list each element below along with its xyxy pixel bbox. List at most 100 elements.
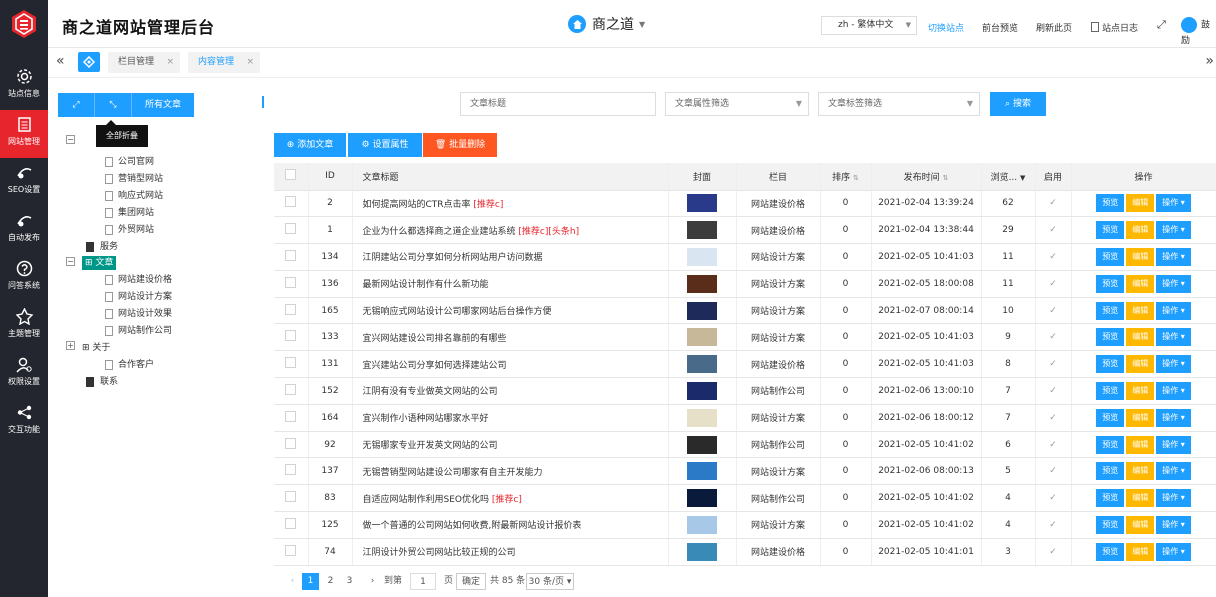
row-checkbox[interactable] bbox=[274, 377, 309, 405]
preview-button[interactable]: 预览 bbox=[1096, 381, 1125, 400]
row-checkbox[interactable] bbox=[274, 323, 309, 352]
preview-button[interactable]: 预览 bbox=[1096, 489, 1125, 508]
tab-content-manage[interactable]: 内容管理 × bbox=[188, 52, 260, 73]
cell-enabled[interactable]: ✓ bbox=[1035, 323, 1072, 352]
operations-dropdown[interactable]: 操作 ▾ bbox=[1156, 489, 1191, 508]
close-icon[interactable]: × bbox=[246, 52, 254, 73]
page-1[interactable]: 1 bbox=[302, 573, 319, 590]
all-articles-button[interactable]: 所有文章 bbox=[132, 93, 194, 117]
site-log-link[interactable]: 站点日志 bbox=[1091, 21, 1138, 34]
edit-button[interactable]: 编辑 bbox=[1126, 408, 1155, 427]
tree-toggle-icon[interactable]: − bbox=[66, 135, 75, 144]
refresh-link[interactable]: 刷新此页 bbox=[1036, 21, 1072, 34]
cell-enabled[interactable]: ✓ bbox=[1035, 377, 1072, 405]
cell-title[interactable]: 宜兴制作小语种网站哪家水平好 bbox=[352, 404, 669, 432]
col-publish-time[interactable]: 发布时间 ⇅ bbox=[871, 163, 982, 191]
preview-button[interactable]: 预览 bbox=[1096, 408, 1125, 427]
preview-button[interactable]: 预览 bbox=[1096, 274, 1125, 293]
row-checkbox[interactable] bbox=[274, 404, 309, 432]
tree-node[interactable]: 公司官网 bbox=[118, 155, 154, 169]
preview-button[interactable]: 预览 bbox=[1096, 515, 1125, 534]
next-page-icon[interactable]: › bbox=[364, 573, 381, 590]
tree-node[interactable]: 合作客户 bbox=[118, 358, 154, 372]
operations-dropdown[interactable]: 操作 ▾ bbox=[1156, 194, 1191, 213]
cell-enabled[interactable]: ✓ bbox=[1035, 243, 1072, 271]
confirm-page-button[interactable]: 确定 bbox=[456, 573, 486, 590]
preview-button[interactable]: 预览 bbox=[1096, 194, 1125, 213]
cell-title[interactable]: 无锡营销型网站建设公司哪家有自主开发能力 bbox=[352, 457, 669, 486]
row-checkbox[interactable] bbox=[274, 216, 309, 245]
edit-button[interactable]: 编辑 bbox=[1126, 328, 1155, 347]
operations-dropdown[interactable]: 操作 ▾ bbox=[1156, 381, 1191, 400]
cell-enabled[interactable]: ✓ bbox=[1035, 431, 1072, 459]
sidebar-item[interactable]: 网站管理 bbox=[0, 110, 48, 158]
sidebar-item[interactable]: 权限设置 bbox=[0, 350, 48, 398]
tree-node[interactable]: 服务 bbox=[100, 240, 118, 254]
tree-node[interactable]: 网站建设价格 bbox=[118, 273, 172, 287]
cell-title[interactable]: 如何提高网站的CTR点击率 [推荐c] bbox=[352, 190, 669, 218]
cell-title[interactable]: 宜兴网站建设公司排名靠前的有哪些 bbox=[352, 323, 669, 352]
cell-enabled[interactable]: ✓ bbox=[1035, 511, 1072, 539]
tree-node[interactable]: 响应式网站 bbox=[118, 189, 163, 203]
table-row[interactable]: 165 无锡响应式网站设计公司哪家网站后台操作方便 网站设计方案 0 2021-02-… bbox=[274, 297, 1216, 325]
batch-delete-button[interactable]: 🗑 批量删除 bbox=[423, 133, 497, 157]
edit-button[interactable]: 编辑 bbox=[1126, 489, 1155, 508]
tree-node[interactable]: 联系 bbox=[100, 375, 118, 389]
row-checkbox[interactable] bbox=[274, 350, 309, 379]
double-chevron-right-icon[interactable]: » bbox=[1205, 53, 1214, 69]
row-checkbox[interactable] bbox=[274, 457, 309, 486]
row-checkbox[interactable] bbox=[274, 511, 309, 539]
operations-dropdown[interactable]: 操作 ▾ bbox=[1156, 221, 1191, 240]
operations-dropdown[interactable]: 操作 ▾ bbox=[1156, 328, 1191, 347]
edit-button[interactable]: 编辑 bbox=[1126, 542, 1155, 561]
cell-title[interactable]: 江阴设计外贸公司网站比较正规的公司 bbox=[352, 538, 669, 566]
edit-button[interactable]: 编辑 bbox=[1126, 221, 1155, 240]
edit-button[interactable]: 编辑 bbox=[1126, 274, 1155, 293]
table-row[interactable]: 131 宜兴建站公司分享如何选择建站公司 网站建设价格 0 2021-02-05 10… bbox=[274, 350, 1216, 379]
expand-all-button[interactable]: ⤢ bbox=[58, 93, 95, 117]
add-article-button[interactable]: ⊕ 添加文章 bbox=[274, 133, 346, 157]
preview-button[interactable]: 预览 bbox=[1096, 221, 1125, 240]
preview-button[interactable]: 预览 bbox=[1096, 355, 1125, 374]
switch-site-link[interactable]: 切换站点 bbox=[928, 21, 964, 34]
attribute-filter-select[interactable]: 文章属性筛选 ▼ bbox=[665, 92, 809, 116]
tree-node[interactable]: 外贸网站 bbox=[118, 223, 154, 237]
edit-button[interactable]: 编辑 bbox=[1126, 515, 1155, 534]
cell-enabled[interactable]: ✓ bbox=[1035, 404, 1072, 432]
table-row[interactable]: 152 江阴有没有专业做英文网站的公司 网站制作公司 0 2021-02-06 13:… bbox=[274, 377, 1216, 405]
search-button[interactable]: ⌕ 搜索 bbox=[990, 92, 1046, 116]
col-sort[interactable]: 排序 ⇅ bbox=[820, 163, 872, 191]
preview-button[interactable]: 预览 bbox=[1096, 301, 1125, 320]
prev-page-icon[interactable]: ‹ bbox=[284, 573, 301, 590]
edit-button[interactable]: 编辑 bbox=[1126, 462, 1155, 481]
table-row[interactable]: 2 如何提高网站的CTR点击率 [推荐c] 网站建设价格 0 2021-02-04 13… bbox=[274, 190, 1216, 218]
tree-toggle-icon[interactable]: − bbox=[66, 257, 75, 266]
sidebar-item[interactable]: 主题管理 bbox=[0, 302, 48, 350]
user-menu[interactable]: 鼓励 bbox=[1181, 17, 1216, 46]
language-select[interactable]: zh - 繁体中文 ▼ bbox=[821, 16, 917, 35]
tree-node[interactable]: ⊞ 关于 bbox=[82, 341, 110, 355]
cell-title[interactable]: 无锡哪家专业开发英文网站的公司 bbox=[352, 431, 669, 459]
cell-title[interactable]: 企业为什么都选择商之道企业建站系统 [推荐c][头条h] bbox=[352, 216, 669, 245]
col-views[interactable]: 浏览... ▼ bbox=[981, 163, 1036, 191]
cell-enabled[interactable]: ✓ bbox=[1035, 190, 1072, 218]
sidebar-item[interactable]: 站点信息 bbox=[0, 62, 48, 110]
page-2[interactable]: 2 bbox=[322, 573, 339, 590]
page-size-select[interactable]: 30 条/页 ▾ bbox=[526, 573, 574, 590]
tree-node[interactable]: 网站制作公司 bbox=[118, 324, 172, 338]
preview-button[interactable]: 预览 bbox=[1096, 247, 1125, 266]
preview-link[interactable]: 前台预览 bbox=[982, 21, 1018, 34]
cell-title[interactable]: 宜兴建站公司分享如何选择建站公司 bbox=[352, 350, 669, 379]
table-row[interactable]: 134 江阴建站公司分享如何分析网站用户访问数据 网站设计方案 0 2021-02-0… bbox=[274, 243, 1216, 271]
cell-enabled[interactable]: ✓ bbox=[1035, 297, 1072, 325]
sidebar-item[interactable]: 自动发布 bbox=[0, 206, 48, 254]
row-checkbox[interactable] bbox=[274, 431, 309, 459]
select-all-checkbox[interactable] bbox=[274, 163, 309, 191]
row-checkbox[interactable] bbox=[274, 538, 309, 566]
preview-button[interactable]: 预览 bbox=[1096, 328, 1125, 347]
edit-button[interactable]: 编辑 bbox=[1126, 301, 1155, 320]
set-attribute-button[interactable]: ⚙ 设置属性 bbox=[348, 133, 422, 157]
operations-dropdown[interactable]: 操作 ▾ bbox=[1156, 274, 1191, 293]
cell-title[interactable]: 做一个普通的公司网站如何收费,附最新网站设计报价表 bbox=[352, 511, 669, 539]
tree-node[interactable]: 网站设计效果 bbox=[118, 307, 172, 321]
